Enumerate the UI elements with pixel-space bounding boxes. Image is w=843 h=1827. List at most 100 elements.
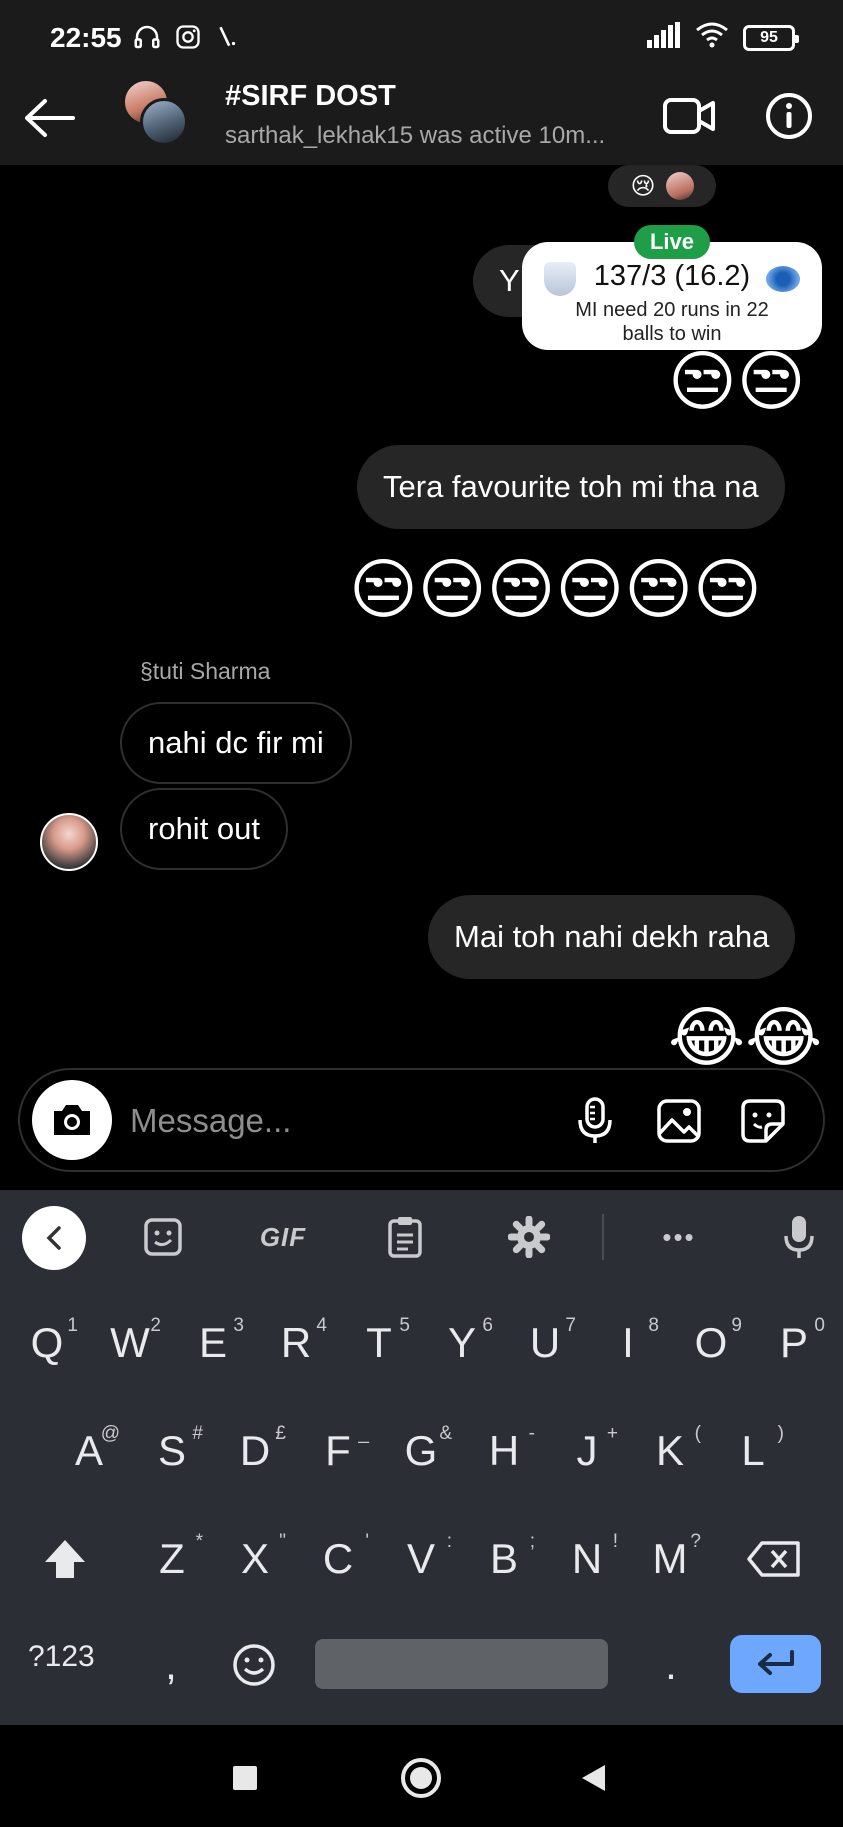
info-icon (766, 93, 812, 139)
enter-key[interactable] (730, 1635, 821, 1693)
key-j[interactable]: J + (548, 1403, 626, 1499)
period-key[interactable]: . (632, 1617, 710, 1713)
key-c[interactable]: C ' (299, 1511, 377, 1607)
avatar (665, 172, 694, 200)
emoji-message[interactable]: 😒😒😒😒😒😒 (349, 556, 762, 622)
image-icon (657, 1099, 701, 1143)
key-i[interactable]: I8 (589, 1295, 667, 1391)
headphones-icon (132, 22, 162, 57)
more-options-button[interactable]: ••• (652, 1212, 706, 1262)
space-bar[interactable] (315, 1639, 608, 1689)
sticker-face-icon (144, 1218, 182, 1256)
shift-icon (45, 1540, 85, 1578)
emoji-message[interactable]: 😒😒 (668, 348, 806, 414)
message-bubble[interactable]: Tera favourite toh mi tha na (357, 445, 785, 529)
team-logo-icon (766, 266, 800, 292)
live-badge: Live (634, 225, 710, 259)
key-a[interactable]: A @ (50, 1403, 128, 1499)
clipboard-icon (388, 1217, 422, 1258)
incoming-message-bubble[interactable]: nahi dc fir mi (120, 702, 352, 784)
triangle-left-icon (582, 1765, 605, 1791)
key-q[interactable]: Q1 (8, 1295, 86, 1391)
message-composer (18, 1068, 825, 1172)
avatar[interactable] (40, 813, 98, 871)
key-h[interactable]: H- (465, 1403, 543, 1499)
chat-subtitle: sarthak_lekhak15 was active 10m... (225, 122, 606, 149)
clipboard-button[interactable] (378, 1212, 432, 1262)
key-n[interactable]: N! (548, 1511, 626, 1607)
key-b[interactable]: B; (465, 1511, 543, 1607)
home-button[interactable] (396, 1753, 446, 1803)
video-call-button[interactable] (660, 90, 718, 142)
key-g[interactable]: G & (382, 1403, 460, 1499)
navigation-bar (0, 1725, 843, 1827)
key-e[interactable]: E3 (174, 1295, 252, 1391)
key-t[interactable]: T5 (340, 1295, 418, 1391)
square-icon (233, 1766, 257, 1790)
shift-key[interactable] (26, 1511, 104, 1607)
key-v[interactable]: V: (382, 1511, 460, 1607)
camera-button[interactable] (32, 1080, 112, 1160)
key-r[interactable]: R4 (257, 1295, 335, 1391)
cell-signal-icon (647, 22, 681, 53)
key-k[interactable]: K( (631, 1403, 709, 1499)
key-z[interactable]: Z * (133, 1511, 211, 1607)
back-nav-button[interactable] (568, 1753, 618, 1803)
settings-button[interactable] (502, 1212, 556, 1262)
status-time: 22:55 (50, 22, 122, 53)
group-avatar[interactable] (122, 78, 194, 150)
backspace-key[interactable] (735, 1511, 813, 1607)
microphone-button[interactable] (568, 1094, 622, 1148)
wifi-icon (695, 22, 729, 53)
gif-button[interactable]: GIF (256, 1212, 310, 1262)
back-arrow-icon (25, 98, 75, 137)
reaction-emoji: 😢 (630, 172, 656, 200)
message-text: Mai toh nahi dekh raha (454, 919, 770, 954)
signal-slash-icon (214, 23, 240, 56)
smiley-icon (233, 1644, 275, 1686)
key-o[interactable]: O9 (672, 1295, 750, 1391)
key-l[interactable]: L) (714, 1403, 792, 1499)
live-score-status: MI need 20 runs in 22 balls to win (575, 299, 769, 345)
toolbar-collapse-button[interactable] (22, 1206, 86, 1270)
keyboard: Q1 W2 E3 R4 T5 Y6 U7 I8 O9 P0 A @ S # D £ F… (0, 1285, 843, 1725)
message-input[interactable] (130, 1096, 460, 1146)
key-s[interactable]: S # (133, 1403, 211, 1499)
chat-header: #SIRF DOST sarthak_lekhak15 was active 1… (0, 70, 843, 165)
key-w[interactable]: W2 (91, 1295, 169, 1391)
sticker-button[interactable] (736, 1094, 790, 1148)
avatar (140, 98, 188, 146)
key-y[interactable]: Y6 (423, 1295, 501, 1391)
microphone-icon (578, 1097, 612, 1143)
key-p[interactable]: P0 (755, 1295, 833, 1391)
message-bubble[interactable]: Mai toh nahi dekh raha (428, 895, 796, 979)
recents-button[interactable] (220, 1753, 270, 1803)
info-button[interactable] (760, 90, 818, 142)
key-f[interactable]: F _ (299, 1403, 377, 1499)
reaction-pill[interactable]: 😢 (608, 165, 716, 207)
chevron-left-icon (46, 1226, 61, 1250)
key-d[interactable]: D £ (216, 1403, 294, 1499)
emoji-message[interactable]: 😂😂 (668, 1004, 822, 1070)
status-bar: 22:55 95 (0, 0, 843, 70)
key-m[interactable]: M? (631, 1511, 709, 1607)
sticker-icon (741, 1099, 785, 1143)
message-text: rohit out (148, 811, 261, 846)
circle-icon (401, 1758, 441, 1798)
emoji-sticker-button[interactable] (136, 1212, 190, 1262)
microphone-icon (784, 1216, 814, 1258)
incoming-message-bubble[interactable]: rohit out (120, 788, 289, 870)
comma-key[interactable]: , (132, 1617, 210, 1713)
gallery-button[interactable] (652, 1094, 706, 1148)
key-x[interactable]: X " (216, 1511, 294, 1607)
keyboard-toolbar: GIF ••• (0, 1190, 843, 1285)
symbols-key[interactable]: ?123 (28, 1640, 95, 1674)
message-text: nahi dc fir mi (148, 725, 324, 760)
emoji-key[interactable] (215, 1617, 293, 1713)
back-button[interactable] (20, 90, 80, 145)
key-u[interactable]: U7 (506, 1295, 584, 1391)
sender-name: §tuti Sharma (140, 658, 271, 684)
voice-input-button[interactable] (772, 1212, 826, 1262)
chat-title[interactable]: #SIRF DOST (225, 80, 396, 113)
message-text: Tera favourite toh mi tha na (383, 469, 759, 504)
